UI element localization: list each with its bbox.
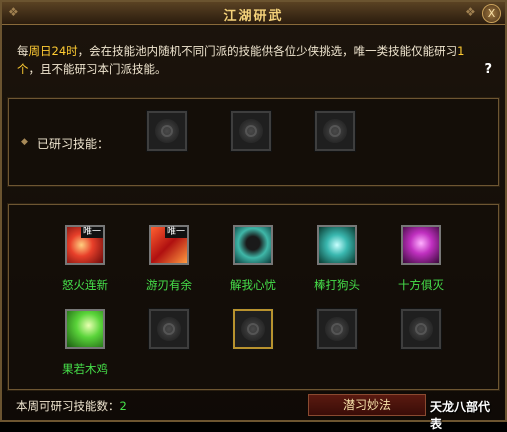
skill-slot-3[interactable] xyxy=(233,225,273,265)
skill-pool-panel: 唯一 怒火连新 唯一 游刃有余 解我心忧 棒打狗头 十方俱灭 果若木鸡 xyxy=(7,203,500,391)
studied-slot-1[interactable] xyxy=(146,110,188,152)
skill-slot-2[interactable]: 唯一 xyxy=(149,225,189,265)
window-title: 江湖研武 xyxy=(223,9,284,24)
game-logo: 天龙八部代表 xyxy=(430,400,491,431)
diamond-bullet-icon: ◆ xyxy=(21,137,28,147)
desc-highlight-time: 周日24时 xyxy=(28,44,78,58)
skill-name-6: 果若木鸡 xyxy=(62,362,108,376)
empty-slot-emblem-icon xyxy=(241,317,265,341)
skill-slot-5[interactable] xyxy=(401,225,441,265)
skill-name-3: 解我心忧 xyxy=(230,278,276,292)
ornament-right-icon: ❖ xyxy=(465,5,476,19)
empty-slot-emblem-icon xyxy=(323,119,347,143)
weekly-count-value: 2 xyxy=(119,399,127,413)
desc-part-2: ，会在技能池内随机不同门派的技能供各位少侠挑选，唯一类技能仅能研习 xyxy=(77,44,458,58)
studied-slot-3[interactable] xyxy=(314,110,356,152)
unique-badge: 唯一 xyxy=(80,227,103,238)
description-panel: 每周日24时，会在技能池内随机不同门派的技能供各位少侠挑选，唯一类技能仅能研习1… xyxy=(7,28,500,86)
skill-slot-4[interactable] xyxy=(317,225,357,265)
skill-slot-1[interactable]: 唯一 xyxy=(65,225,105,265)
unique-badge: 唯一 xyxy=(164,227,187,238)
skill-slot-empty-3[interactable] xyxy=(316,308,358,350)
title-bar[interactable]: ❖ 江湖研武 ❖ X xyxy=(2,2,505,25)
empty-slot-emblem-icon xyxy=(325,317,349,341)
studied-slot-2[interactable] xyxy=(230,110,272,152)
weekly-count-label: 本周可研习技能数： xyxy=(16,399,120,413)
skill-slot-empty-1[interactable] xyxy=(148,308,190,350)
skill-slot-empty-2[interactable] xyxy=(232,308,274,350)
skill-name-5: 十方俱灭 xyxy=(398,278,444,292)
skill-slot-empty-4[interactable] xyxy=(400,308,442,350)
empty-slot-emblem-icon xyxy=(157,317,181,341)
skill-name-4: 棒打狗头 xyxy=(314,278,360,292)
desc-part-3: ，且不能研习本门派技能。 xyxy=(28,62,167,76)
empty-slot-emblem-icon xyxy=(409,317,433,341)
empty-slot-emblem-icon xyxy=(239,119,263,143)
footer-bar: 本周可研习技能数：2 潜习妙法 天龙八部代表 xyxy=(8,394,499,431)
empty-slot-emblem-icon xyxy=(155,119,179,143)
help-icon[interactable]: ? xyxy=(484,62,492,77)
skill-name-1: 怒火连新 xyxy=(62,278,108,292)
studied-skills-panel: ◆ 已研习技能： xyxy=(7,97,500,187)
studied-skills-label: 已研习技能： xyxy=(37,137,110,151)
learn-skill-button[interactable]: 潜习妙法 xyxy=(308,394,426,416)
description-text: 每周日24时，会在技能池内随机不同门派的技能供各位少侠挑选，唯一类技能仅能研习1… xyxy=(17,42,477,78)
weekly-count: 本周可研习技能数：2 xyxy=(16,398,127,414)
skill-study-window: ❖ 江湖研武 ❖ X 每周日24时，会在技能池内随机不同门派的技能供各位少侠挑选… xyxy=(0,0,507,431)
skill-slot-6[interactable] xyxy=(65,309,105,349)
skill-name-2: 游刃有余 xyxy=(146,278,192,292)
close-button[interactable]: X xyxy=(482,4,501,23)
desc-part-1: 每 xyxy=(17,44,29,58)
